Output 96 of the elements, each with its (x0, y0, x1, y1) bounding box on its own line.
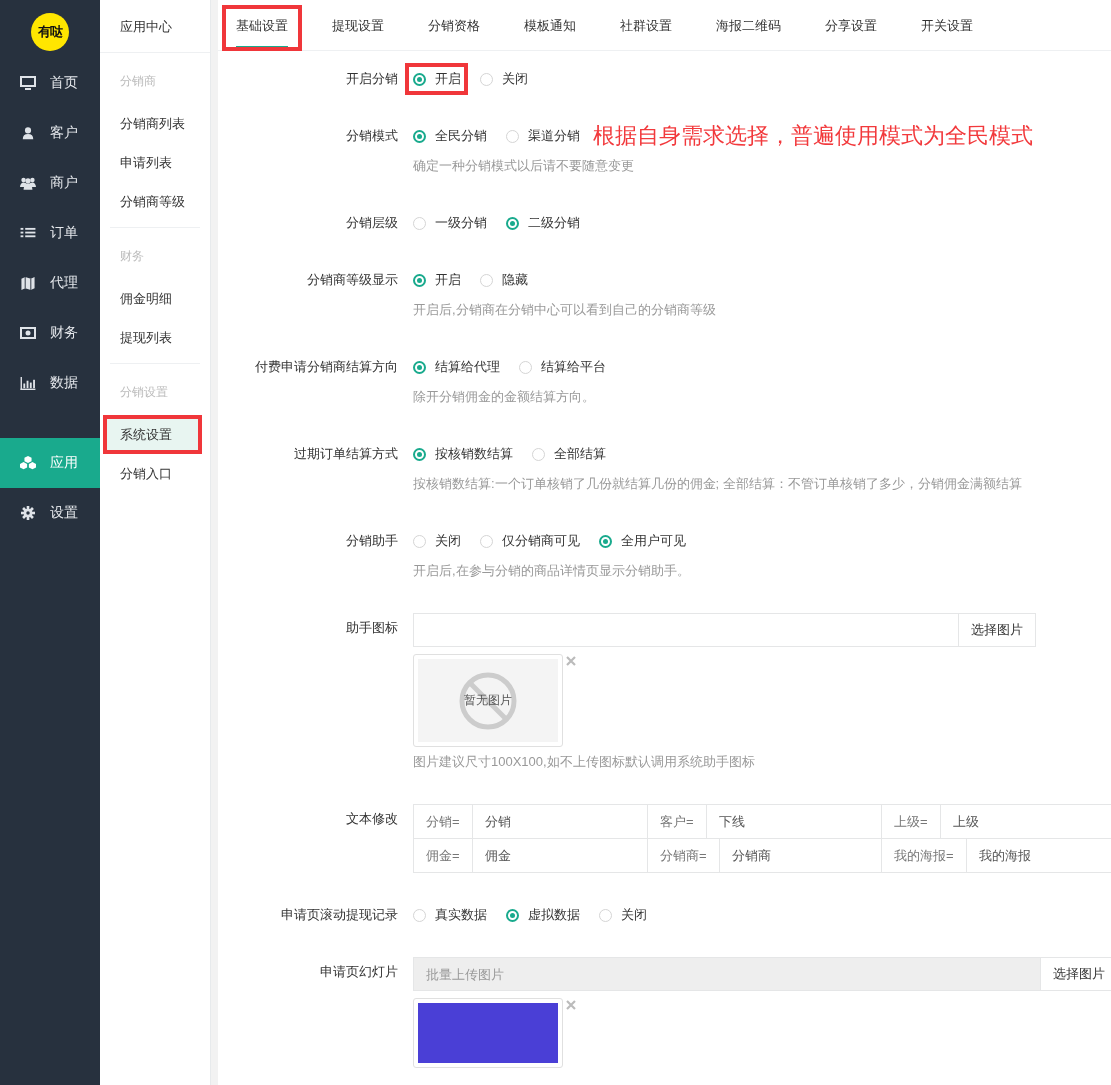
sidebar-item[interactable]: 佣金明细 (103, 279, 202, 318)
radio-button[interactable] (413, 273, 426, 287)
sidebar-item[interactable]: 分销商列表 (103, 104, 202, 143)
nav-item[interactable]: 数据 (0, 358, 100, 408)
option-label: 开启 (435, 271, 461, 289)
option-label: 关闭 (435, 532, 461, 550)
option-label: 按核销数结算 (435, 445, 513, 463)
input-field[interactable]: 分销商 (719, 839, 882, 873)
tab[interactable]: 分享设置 (811, 0, 891, 51)
tab[interactable]: 社群设置 (606, 0, 686, 51)
field-label: 分销模式 (345, 127, 399, 145)
no-image-icon (458, 671, 518, 731)
input-field[interactable]: 下线 (706, 805, 882, 839)
banknote-icon (20, 327, 36, 339)
nav-item[interactable]: 客户 (0, 108, 100, 158)
field-label: 申请页幻灯片 (319, 963, 399, 981)
sidebar-item[interactable]: 分销商等级 (103, 182, 202, 221)
sidebar-item[interactable]: 系统设置 (103, 415, 202, 454)
option-label: 关闭 (621, 906, 647, 924)
radio-button[interactable] (599, 534, 612, 548)
close-icon[interactable] (566, 1000, 576, 1010)
users-icon (20, 175, 36, 191)
nav-item[interactable]: 代理 (0, 258, 100, 308)
option-label: 关闭 (502, 70, 528, 88)
hint-text: 开启后,分销商在分销中心可以看到自己的分销商等级 (413, 301, 717, 319)
option-label: 开启 (435, 70, 461, 88)
sidebar-item[interactable]: 申请列表 (103, 143, 202, 182)
key-label: 分销= (414, 805, 473, 839)
input-field[interactable] (413, 613, 959, 647)
tab[interactable]: 提现设置 (318, 0, 398, 51)
nav-item[interactable]: 首页 (0, 58, 100, 108)
radio-button[interactable] (413, 129, 426, 143)
tab[interactable]: 模板通知 (510, 0, 590, 51)
option-label: 全用户可见 (621, 532, 686, 550)
field-label: 文本修改 (345, 810, 399, 828)
option-label: 真实数据 (435, 906, 487, 924)
radio-button[interactable] (506, 908, 519, 922)
select-image-button[interactable]: 选择图片 (959, 613, 1036, 647)
option-label: 结算给平台 (541, 358, 606, 376)
hint-text: 图片建议尺寸100X100,如不上传图标默认调用系统助手图标 (413, 753, 756, 771)
map-icon (20, 275, 36, 291)
hint-text: 开启后,在参与分销的商品详情页显示分销助手。 (413, 562, 691, 580)
option-label: 结算给代理 (435, 358, 500, 376)
user-icon (20, 126, 36, 140)
field-label: 过期订单结算方式 (293, 445, 399, 463)
sidebar-item[interactable]: 提现列表 (103, 318, 202, 357)
key-label: 佣金= (414, 839, 473, 873)
field-label: 分销助手 (345, 532, 399, 550)
nav-item[interactable]: 财务 (0, 308, 100, 358)
select-image-button[interactable]: 选择图片 (1041, 957, 1111, 991)
option-label: 二级分销 (528, 214, 580, 232)
logo: 有哒 (31, 13, 69, 51)
list-icon (20, 226, 36, 240)
group-heading: 分销设置 (119, 384, 169, 401)
sidebar-title: 应用中心 (100, 0, 210, 53)
key-label: 客户= (648, 805, 707, 839)
option-label: 虚拟数据 (528, 906, 580, 924)
radio-button[interactable] (413, 360, 426, 374)
option-label: 渠道分销 (528, 127, 580, 145)
radio-button[interactable] (506, 216, 519, 230)
cubes-icon (20, 455, 36, 471)
empty-image-text: 暂无图片 (464, 692, 512, 709)
monitor-icon (20, 75, 36, 91)
field-label: 助手图标 (345, 619, 399, 637)
input-field[interactable]: 分销 (472, 805, 648, 839)
key-label: 分销商= (648, 839, 720, 873)
input-field[interactable]: 批量上传图片 (413, 957, 1041, 991)
field-label: 付费申请分销商结算方向 (254, 358, 399, 376)
bar-chart-icon (20, 376, 36, 390)
settings-icon (20, 506, 36, 520)
field-label: 分销层级 (345, 214, 399, 232)
group-heading: 分销商 (119, 73, 157, 90)
field-label: 分销商等级显示 (306, 271, 399, 289)
nav-item[interactable]: 订单 (0, 208, 100, 258)
option-label: 一级分销 (435, 214, 487, 232)
nav-item[interactable]: 设置 (0, 488, 100, 538)
radio-button[interactable] (413, 72, 426, 86)
tab[interactable]: 分销资格 (414, 0, 494, 51)
field-label: 申请页滚动提现记录 (280, 906, 399, 924)
key-label: 我的海报= (882, 839, 967, 873)
option-label: 仅分销商可见 (502, 532, 580, 550)
field-label: 开启分销 (345, 70, 399, 88)
hint-text: 除开分销佣金的金额结算方向。 (413, 388, 596, 406)
key-label: 上级= (882, 805, 941, 839)
input-field[interactable]: 佣金 (472, 839, 648, 873)
group-heading: 财务 (119, 248, 145, 265)
option-label: 全民分销 (435, 127, 487, 145)
tab[interactable]: 开关设置 (907, 0, 987, 51)
close-icon[interactable] (566, 656, 576, 666)
sidebar-item[interactable]: 分销入口 (103, 454, 202, 493)
option-label: 全部结算 (554, 445, 606, 463)
nav-item[interactable]: 商户 (0, 158, 100, 208)
radio-button[interactable] (413, 447, 426, 461)
option-label: 隐藏 (502, 271, 528, 289)
annotation-text: 根据自身需求选择，普遍使用模式为全民模式 (593, 122, 1033, 150)
tab[interactable]: 海报二维码 (702, 0, 795, 51)
